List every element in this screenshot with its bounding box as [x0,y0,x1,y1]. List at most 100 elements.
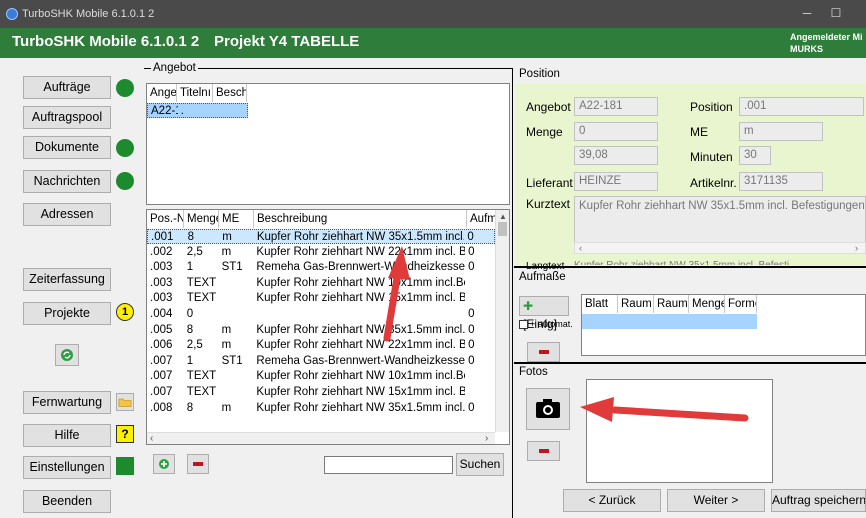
aufmasse-top-border [514,266,866,268]
menge-field[interactable]: 0 [574,122,658,141]
angebot-field[interactable]: A22-181 [574,97,658,116]
nav-projekte-button[interactable]: Projekte [23,302,111,325]
table-row[interactable]: .005 8 m Kupfer Rohr ziehhart NW 35x1.5mm i… [147,323,495,338]
table-row[interactable]: .006 2,5 m Kupfer Rohr ziehhart NW 22x1mm i… [147,338,495,353]
positions-grid[interactable]: Pos.-N Menge ME Beschreibung Aufm .001 8 m… [146,209,510,445]
table-row[interactable]: .003 TEXT Kupfer Rohr ziehhart NW 10x1mm i… [147,276,495,291]
aufmasse-grid-header: Blatt Raum Raum Menge Forme [582,295,757,313]
artikelnr-field-label: Artikelnr. [690,176,737,190]
nav-auftragspool-button[interactable]: Auftragspool [23,106,111,129]
table-cell: m [221,401,232,414]
dokumente-status-dot [116,139,134,157]
aufmasse-selected-row[interactable] [582,314,757,329]
auftrag-speichern-button[interactable]: Auftrag speichern [771,489,866,512]
nav-zeiterfassung-button[interactable]: Zeiterfassung [23,268,111,291]
table-row[interactable]: .003 TEXT Kupfer Rohr ziehhart NW 15x1mm i… [147,291,495,306]
table-cell: Kupfer Rohr ziehhart NW 15x1mm incl. B [256,292,466,305]
aufmasse-col-header[interactable]: Raum [618,295,654,313]
search-input[interactable] [324,456,453,474]
logged-in-label: Angemeldeter Mi [790,32,863,42]
table-cell [465,369,495,384]
minuten-field[interactable]: 30 [739,146,771,165]
aufmasse-col-header[interactable]: Blatt [582,295,618,313]
weiter-button[interactable]: Weiter > [667,489,765,512]
nav-fernwartung-button[interactable]: Fernwartung [23,391,111,414]
remove-foto-button[interactable] [527,441,560,461]
table-cell: .007 [150,386,173,398]
nav-nachrichten-button[interactable]: Nachrichten [23,170,111,193]
angebot-row[interactable]: A22-1 . [147,103,248,118]
price-field[interactable]: 39,08 [574,146,658,165]
help-badge[interactable]: ? [116,425,134,443]
table-row[interactable]: .002 2,5 m Kupfer Rohr ziehhart NW 22x1mm i… [147,245,495,260]
angebot-col-header[interactable]: Beschı [213,84,247,102]
angebot-grid-header: Angebt Titelnı Beschı [147,84,247,102]
table-cell [253,307,465,322]
camera-button[interactable] [526,388,570,430]
positions-vscrollbar[interactable]: ▲ [495,210,509,432]
position-field[interactable]: .001 [739,97,864,116]
angebot-grid[interactable]: Angebt Titelnı Beschı A22-1 . [146,83,510,205]
project-title: Projekt Y4 TABELLE [214,33,360,50]
minimize-button[interactable]: ─ [797,6,817,22]
maximize-button[interactable]: ☐ [826,6,846,22]
positions-col-header[interactable]: Menge [184,210,219,228]
table-cell: TEXT [186,386,217,398]
table-row[interactable]: .003 1 ST1 Remeha Gas-Brennwert-Wandheizkes… [147,260,495,275]
table-cell: m [221,339,232,352]
add-position-button[interactable] [153,454,175,474]
nav-adressen-button[interactable]: Adressen [23,203,111,226]
positions-col-header[interactable]: Pos.-N [147,210,184,228]
nav-einstellungen-button[interactable]: Einstellungen [23,456,111,479]
positions-hscrollbar[interactable]: ‹ › [147,432,495,444]
nav-beenden-button[interactable]: Beenden [23,490,111,513]
positions-col-header[interactable]: ME [219,210,254,228]
table-cell [219,385,254,400]
artikelnr-field[interactable]: 3171135 [739,172,823,191]
aufmasse-col-header[interactable]: Raum [654,295,689,313]
table-cell: .003 [150,261,173,274]
search-button[interactable]: Suchen [456,453,504,476]
nav-dokumente-button[interactable]: Dokumente [23,136,111,159]
aufmasse-col-header[interactable]: Menge [689,295,725,313]
me-field[interactable]: m [739,122,823,141]
position-field-label: Position [690,100,733,114]
positions-col-header[interactable]: Beschreibung [254,210,467,228]
table-row[interactable]: .007 1 ST1 Remeha Gas-Brennwert-Wandheizkes… [147,354,495,369]
app-name: TurboSHK Mobile 6.1.0.1 2 [12,33,200,50]
lieferant-field[interactable]: HEINZE [574,172,658,191]
foto-preview[interactable] [586,379,773,483]
angebot-col-header[interactable]: Angebt [147,84,177,102]
einfg-button[interactable]: ✚ [Einfg] [519,296,569,331]
table-cell [219,369,254,384]
refresh-button[interactable] [55,344,79,366]
aufmasse-col-header[interactable]: Forme [725,295,757,313]
angebot-cell [213,104,247,117]
angebot-col-header[interactable]: Titelnı [177,84,213,102]
table-cell: 0 [468,323,475,336]
minus-icon [193,461,203,466]
remove-aufmass-button[interactable] [527,342,560,362]
table-cell: Remeha Gas-Brennwert-Wandheizkessel C [256,354,466,367]
table-row[interactable]: .007 TEXT Kupfer Rohr ziehhart NW 10x1mm i… [147,369,495,384]
folder-button[interactable] [116,393,134,411]
zurueck-button[interactable]: < Zurück [563,489,661,512]
nav-auftraege-button[interactable]: Aufträge [23,76,111,99]
table-row[interactable]: .001 8 m Kupfer Rohr ziehhart NW 35x1.5mm i… [147,229,495,244]
positions-vscroll-thumb[interactable] [498,222,507,236]
automat-checkbox[interactable] [519,320,528,329]
aufmasse-grid[interactable]: Blatt Raum Raum Menge Forme [581,294,866,356]
angebot-cell: . [180,105,184,117]
table-row[interactable]: .004 0 0 [147,307,495,322]
table-row[interactable]: .008 8 m Kupfer Rohr ziehhart NW 35x1.5mm i… [147,401,495,416]
table-row[interactable]: .007 TEXT Kupfer Rohr ziehhart NW 15x1mm i… [147,385,495,400]
table-cell: Kupfer Rohr ziehhart NW 10x1mm incl.Bef [256,276,466,289]
positions-col-header[interactable]: Aufm [467,210,497,228]
nav-hilfe-button[interactable]: Hilfe [23,424,111,447]
app-header: TurboSHK Mobile 6.1.0.1 2 Projekt Y4 TAB… [0,28,866,58]
langtext-field[interactable]: Kupfer Rohr ziehhart NW 35x1.5mm incl. B… [574,260,866,265]
remove-position-button[interactable] [187,454,209,474]
kurztext-hscrollbar[interactable]: ‹ › [574,242,866,254]
fotos-top-border [514,362,866,364]
table-cell: 0 [468,245,475,258]
